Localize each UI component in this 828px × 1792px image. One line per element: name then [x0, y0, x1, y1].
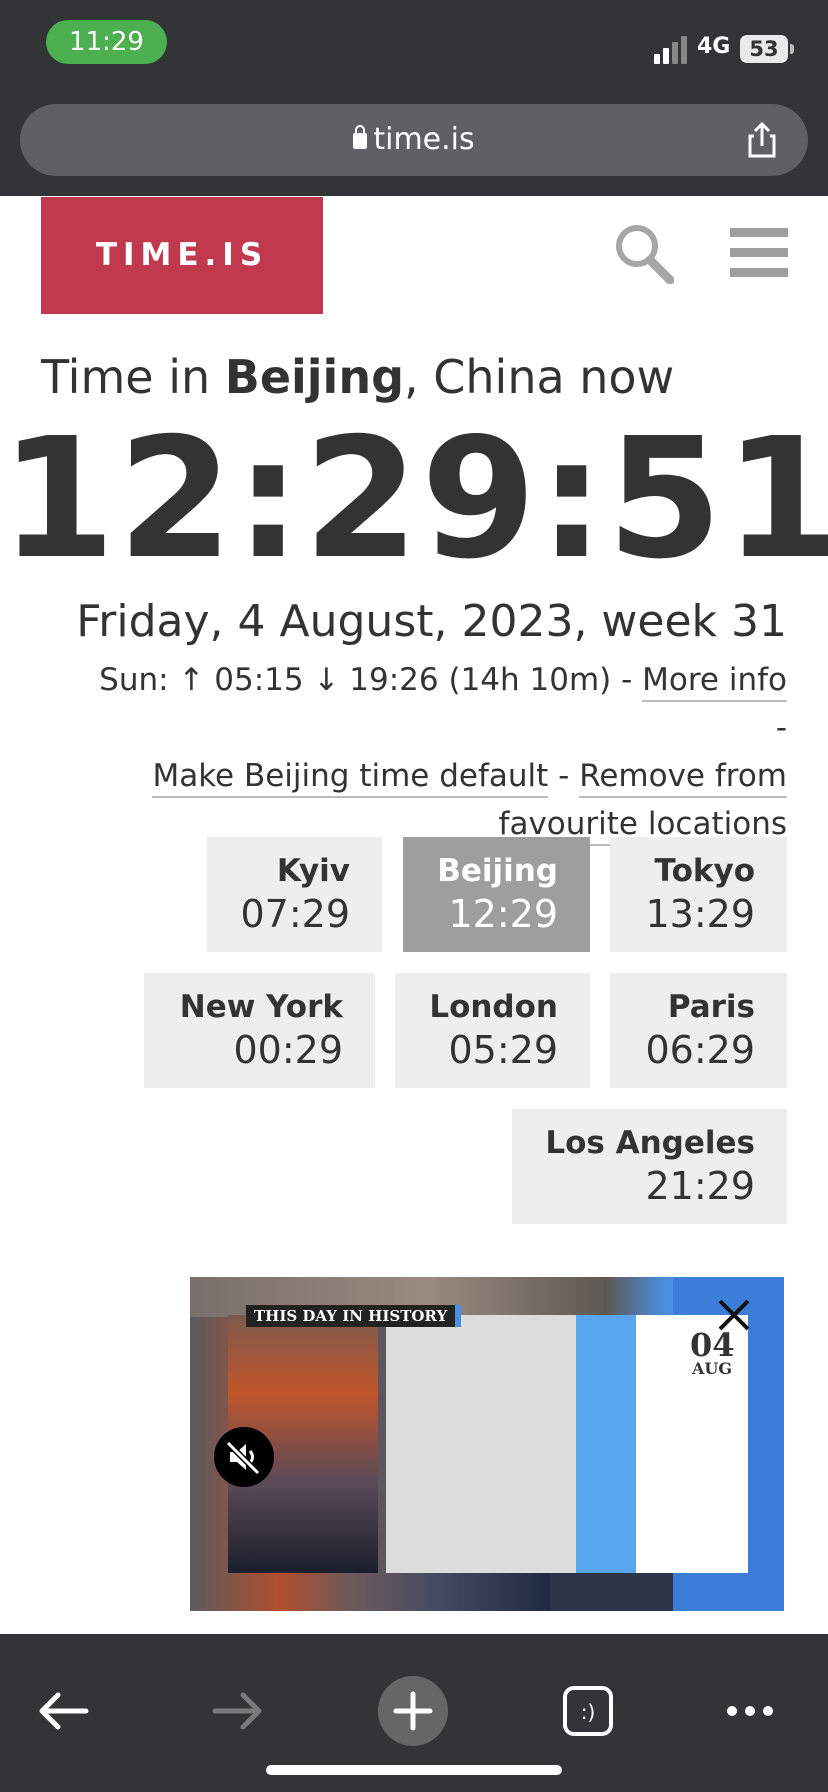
ad-label: THIS DAY IN HISTORY: [246, 1305, 462, 1327]
city-name: Beijing: [437, 853, 558, 889]
svg-text::): :): [581, 1700, 596, 1724]
city-name: Tokyo: [654, 853, 755, 889]
city-tile-tokyo[interactable]: Tokyo 13:29: [610, 837, 787, 952]
date-line: Friday, 4 August, 2023, week 31: [76, 596, 787, 647]
video-ad[interactable]: THIS DAY IN HISTORY 04 AUG: [190, 1277, 784, 1611]
site-logo[interactable]: TIME.IS: [41, 197, 323, 314]
mute-icon[interactable]: [214, 1427, 274, 1487]
city-tile-los-angeles[interactable]: Los Angeles 21:29: [512, 1109, 787, 1224]
ad-day: 04: [690, 1326, 735, 1364]
signal-icon: [654, 36, 688, 64]
make-default-link[interactable]: Make Beijing time default: [152, 758, 549, 798]
tabs-icon[interactable]: :): [553, 1676, 623, 1746]
close-icon[interactable]: [716, 1297, 752, 1333]
battery-level: 53: [740, 35, 788, 63]
ad-panel: [386, 1315, 576, 1573]
page-title: Time in Beijing, China now: [41, 350, 801, 404]
new-tab-icon[interactable]: [378, 1676, 448, 1746]
browser-chrome: 11:29 4G 53 time.is: [0, 0, 828, 196]
city-name: New York: [179, 989, 343, 1025]
city-time: 21:29: [645, 1164, 755, 1208]
city-name: Los Angeles: [545, 1125, 755, 1161]
title-suffix: , China now: [404, 350, 675, 404]
search-icon[interactable]: [612, 222, 674, 284]
city-name: Paris: [667, 989, 755, 1025]
city-time: 00:29: [233, 1028, 343, 1072]
lock-icon: [353, 125, 368, 149]
back-icon[interactable]: [28, 1676, 98, 1746]
city-tile-paris[interactable]: Paris 06:29: [610, 973, 787, 1088]
sun-times: Sun: ↑ 05:15 ↓ 19:26 (14h 10m) -: [99, 662, 643, 698]
ad-panel-accent: [576, 1315, 636, 1573]
city-tile-beijing[interactable]: Beijing 12:29: [403, 837, 590, 952]
city-tile-kyiv[interactable]: Kyiv 07:29: [207, 837, 382, 952]
city-time: 13:29: [645, 892, 755, 936]
city-tile-new-york[interactable]: New York 00:29: [144, 973, 375, 1088]
city-time: 07:29: [240, 892, 350, 936]
address-bar[interactable]: time.is: [20, 104, 808, 176]
home-indicator[interactable]: [266, 1765, 562, 1775]
city-name: London: [429, 989, 558, 1025]
forward-icon[interactable]: [203, 1676, 273, 1746]
city-time: 06:29: [645, 1028, 755, 1072]
share-icon[interactable]: [742, 120, 782, 160]
sun-info: Sun: ↑ 05:15 ↓ 19:26 (14h 10m) - More in…: [87, 656, 787, 848]
city-time: 12:29: [448, 892, 558, 936]
status-time: 11:29: [46, 20, 167, 64]
more-icon[interactable]: [715, 1676, 785, 1746]
menu-icon[interactable]: [730, 226, 788, 280]
title-prefix: Time in: [41, 350, 225, 404]
separator: -: [548, 758, 580, 794]
separator: -: [775, 710, 787, 746]
url-text: time.is: [373, 122, 475, 157]
main-clock: 12:29:51: [0, 403, 828, 596]
city-time: 05:29: [448, 1028, 558, 1072]
city-tile-london[interactable]: London 05:29: [395, 973, 590, 1088]
network-type: 4G: [697, 34, 731, 59]
more-info-link[interactable]: More info: [642, 662, 787, 702]
battery-icon: [790, 44, 794, 54]
title-city: Beijing: [224, 350, 405, 404]
ad-month: AUG: [692, 1359, 733, 1378]
city-name: Kyiv: [276, 853, 350, 889]
